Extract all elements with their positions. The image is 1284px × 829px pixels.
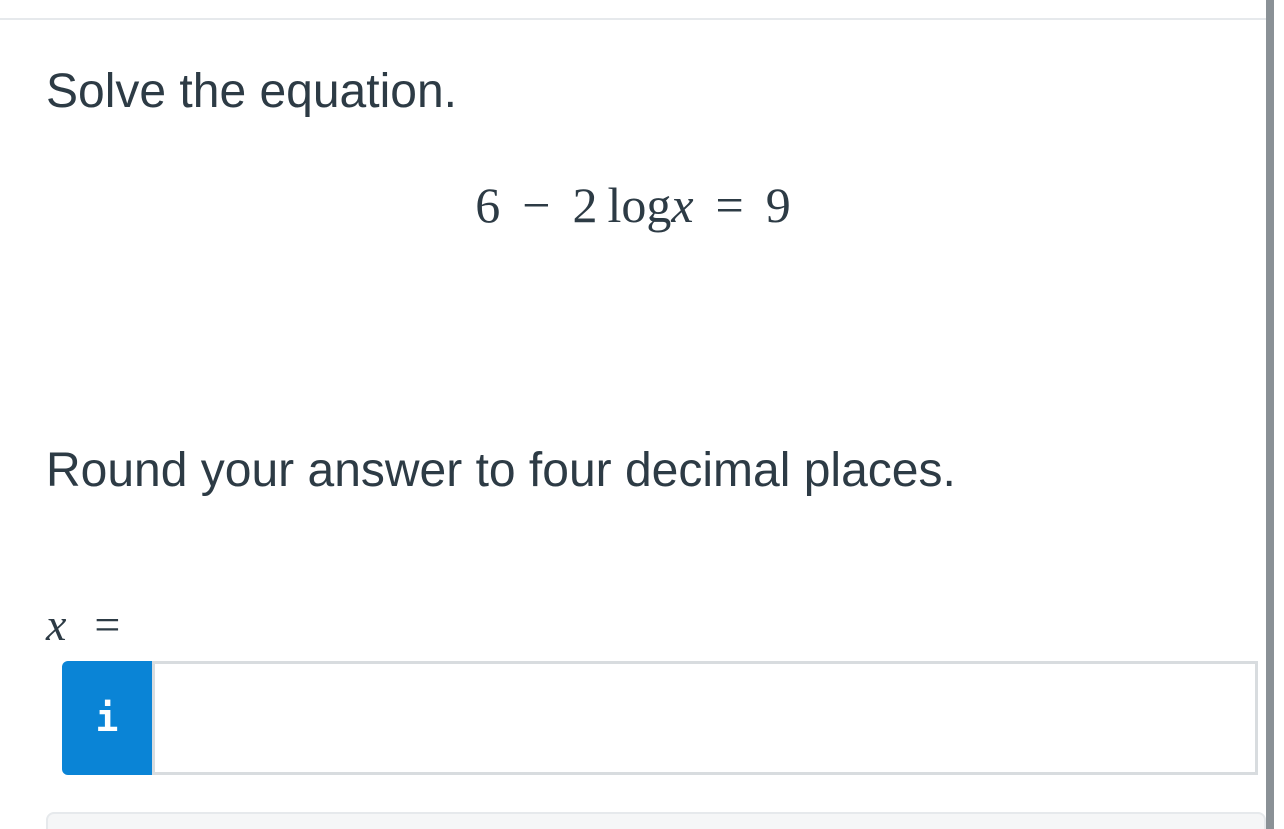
top-divider: [0, 18, 1266, 20]
bottom-panel: [46, 812, 1266, 829]
answer-input[interactable]: [152, 661, 1258, 775]
equation-log: log: [607, 177, 672, 233]
rounding-instruction: Round your answer to four decimal places…: [46, 444, 956, 497]
answer-row: i: [62, 661, 1258, 775]
page-edge: [1274, 0, 1284, 829]
equation-equals: =: [715, 177, 744, 233]
answer-label: x =: [46, 597, 120, 653]
equation: 6−2 logx = 9: [0, 172, 1266, 238]
equation-variable: x: [671, 177, 694, 233]
answer-variable: x: [46, 599, 67, 650]
answer-equals: =: [94, 599, 121, 650]
equation-rhs: 9: [765, 177, 791, 233]
equation-minus: −: [522, 177, 551, 233]
info-button[interactable]: i: [62, 661, 152, 775]
equation-constant: 6: [475, 177, 501, 233]
info-icon: i: [95, 696, 119, 740]
equation-coefficient: 2: [572, 177, 598, 233]
scrollbar[interactable]: [1266, 0, 1274, 829]
question-prompt: Solve the equation.: [46, 65, 457, 118]
